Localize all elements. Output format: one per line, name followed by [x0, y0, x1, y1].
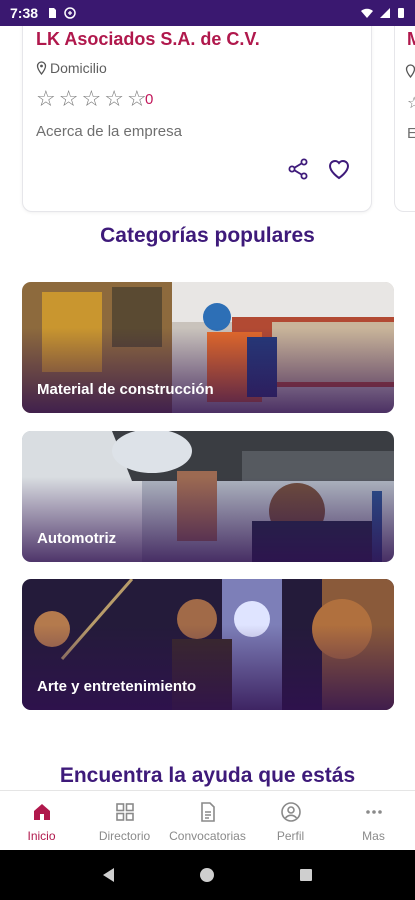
company-name[interactable]: LK Asociados S.A. de C.V.: [36, 29, 260, 50]
home-icon: [33, 804, 50, 820]
signal-icon: [380, 8, 390, 18]
share-icon[interactable]: [286, 157, 310, 181]
status-time: 7:38: [10, 5, 39, 21]
recents-icon[interactable]: [297, 866, 315, 884]
document-icon: [200, 802, 215, 822]
company-card-next[interactable]: M ☆ E: [394, 26, 415, 212]
nav-label: Convocatorias: [169, 829, 246, 843]
star-icon[interactable]: ☆: [36, 88, 56, 110]
system-navigation-bar: [0, 850, 415, 900]
category-card-automotive[interactable]: Automotriz: [22, 431, 394, 562]
heart-icon[interactable]: [326, 157, 352, 181]
company-card[interactable]: LK Asociados S.A. de C.V. Domicilio ☆ ☆ …: [22, 26, 372, 212]
star-icon: ☆: [407, 95, 415, 112]
rating-stars[interactable]: ☆ ☆ ☆ ☆ ☆: [36, 88, 147, 110]
rating-count: 0: [145, 91, 154, 108]
next-company-about: E: [407, 125, 415, 142]
location-pin-icon: [405, 64, 415, 78]
nav-label: Mas: [362, 829, 385, 843]
star-icon[interactable]: ☆: [81, 88, 101, 110]
nav-perfil[interactable]: Perfil: [249, 791, 332, 850]
data-saver-icon: [64, 7, 76, 19]
sim-card-icon: [49, 8, 57, 18]
nav-label: Inicio: [27, 829, 56, 843]
location-text: Domicilio: [50, 60, 107, 76]
location-pin-icon: [36, 61, 47, 75]
category-label: Material de construcción: [37, 381, 214, 398]
next-company-name: M: [407, 29, 415, 49]
grid-icon: [115, 803, 134, 821]
help-section-title: Encuentra la ayuda que estás: [59, 764, 356, 787]
company-location: Domicilio: [36, 60, 107, 76]
home-circle-icon[interactable]: [198, 866, 216, 884]
category-label: Automotriz: [37, 530, 117, 547]
company-about: Acerca de la empresa: [36, 123, 182, 140]
wifi-icon: [361, 8, 373, 18]
profile-icon: [280, 802, 301, 822]
star-icon[interactable]: ☆: [104, 88, 124, 110]
back-icon[interactable]: [100, 866, 118, 884]
star-icon[interactable]: ☆: [127, 88, 147, 110]
nav-convocatorias[interactable]: Convocatorias: [166, 791, 249, 850]
bottom-navigation: Inicio Directorio Convocatorias Perfil M…: [0, 790, 415, 850]
nav-label: Perfil: [276, 829, 305, 843]
category-card-arts[interactable]: Arte y entretenimiento: [22, 579, 394, 710]
nav-inicio[interactable]: Inicio: [0, 791, 83, 850]
star-icon[interactable]: ☆: [59, 88, 79, 110]
nav-mas[interactable]: Mas: [332, 791, 415, 850]
popular-categories-title: Categorías populares: [100, 224, 315, 247]
battery-icon: [398, 8, 404, 18]
category-card-construction[interactable]: Material de construcción: [22, 282, 394, 413]
nav-label: Directorio: [98, 829, 151, 843]
nav-directorio[interactable]: Directorio: [83, 791, 166, 850]
more-icon: [365, 810, 382, 814]
category-label: Arte y entretenimiento: [37, 678, 197, 695]
status-bar: 7:38: [0, 0, 415, 26]
main-content: LK Asociados S.A. de C.V. Domicilio ☆ ☆ …: [0, 26, 415, 790]
